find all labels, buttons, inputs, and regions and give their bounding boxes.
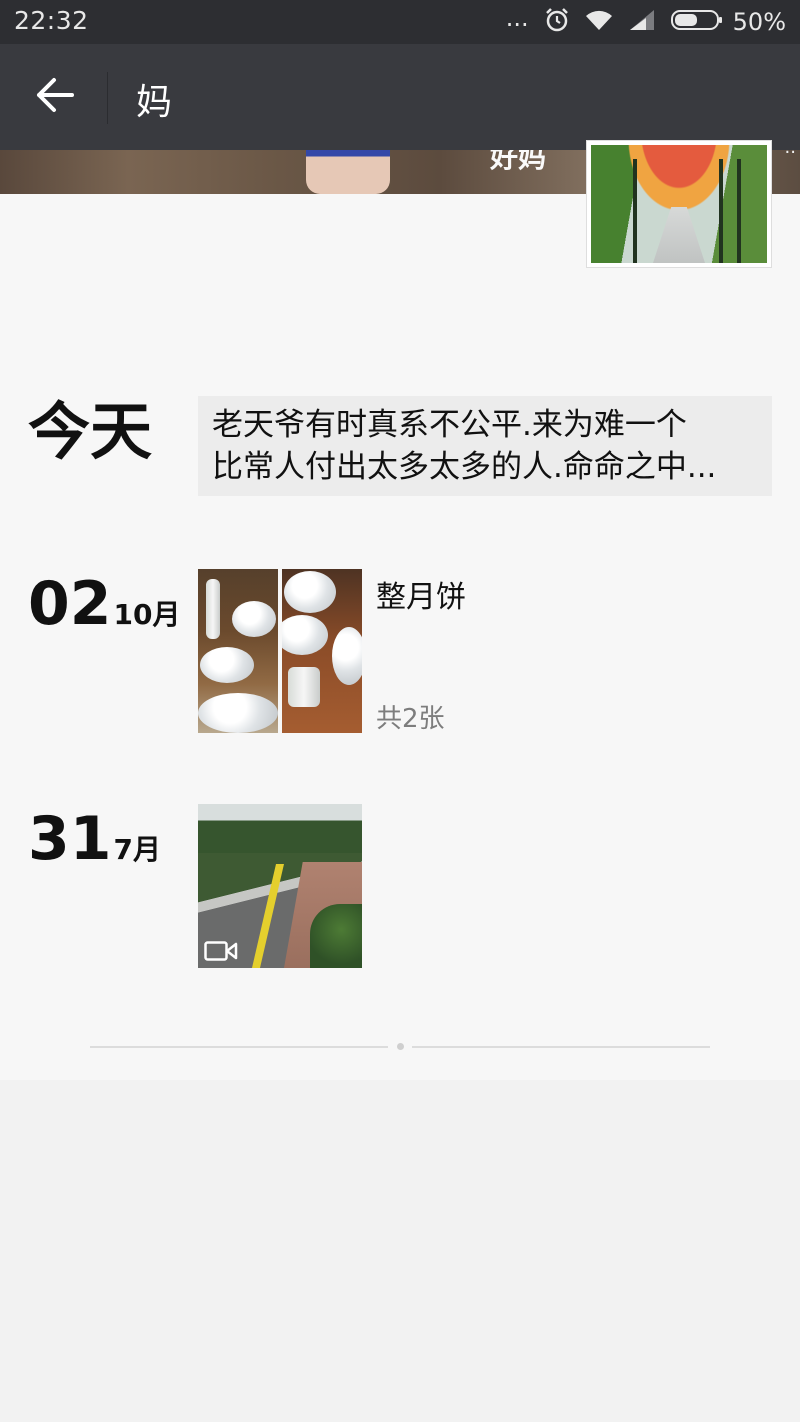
app-bar-divider [107, 72, 108, 124]
page-title: 妈 [136, 82, 173, 123]
signal-icon [629, 9, 655, 35]
post-date-month: 7月 [113, 833, 161, 866]
back-button[interactable] [22, 71, 88, 123]
photo-detail [206, 579, 220, 639]
avatar-detail [719, 159, 723, 263]
photo-detail [284, 571, 336, 613]
cover-photo-figure [306, 150, 390, 194]
status-icons: ... 50% [506, 6, 786, 38]
photo-detail [200, 647, 254, 683]
post-text-line: 老天爷有时真系不公平.来为难一个 [212, 407, 687, 443]
text-post-card[interactable]: 老天爷有时真系不公平.来为难一个 比常人付出太多太多的人.命命之中... [198, 396, 772, 496]
video-detail [310, 904, 362, 968]
photo-detail [282, 615, 328, 655]
empty-area [0, 1080, 800, 1422]
more-notifications-icon: ... [505, 4, 529, 32]
wifi-icon [585, 9, 613, 35]
photo-thumbnail [282, 569, 362, 733]
photo-detail [332, 627, 362, 685]
status-time: 22:32 [14, 6, 89, 35]
alarm-icon [545, 7, 569, 37]
avatar-detail [653, 207, 705, 263]
post-date: 02 10月 [28, 572, 180, 636]
photo-detail [232, 601, 276, 637]
end-divider [90, 1046, 388, 1048]
end-dot [397, 1043, 404, 1050]
post-date: 31 7月 [28, 807, 161, 871]
arrow-left-icon [35, 77, 75, 117]
post-text-line: 比常人付出太多太多的人.命命之中... [212, 449, 717, 485]
cover-more-icon: ·· [784, 150, 796, 163]
post-date-day: 31 [28, 804, 112, 874]
photo-thumbnail-group[interactable] [198, 569, 362, 733]
video-icon [204, 940, 238, 962]
post-title[interactable]: 整月饼 [376, 572, 466, 616]
battery-icon [670, 9, 723, 35]
today-label: 今天 [28, 395, 153, 468]
avatar-detail [737, 159, 741, 263]
app-bar: 妈 [0, 44, 800, 150]
video-detail [251, 864, 284, 968]
photo-count: 共2张 [376, 704, 445, 734]
end-divider [412, 1046, 710, 1048]
status-bar: 22:32 ... 50% [0, 0, 800, 44]
battery-percent: 50% [732, 8, 786, 36]
photo-thumbnail [198, 569, 278, 733]
post-date-month: 10月 [113, 598, 181, 631]
post-date-day: 02 [28, 569, 112, 639]
photo-detail [288, 667, 320, 707]
cover-caption: 好妈 [490, 150, 547, 174]
avatar-image [591, 145, 767, 263]
photo-detail [198, 693, 278, 733]
video-thumbnail[interactable] [198, 804, 362, 968]
profile-avatar[interactable] [586, 140, 772, 268]
avatar-detail [633, 159, 637, 263]
